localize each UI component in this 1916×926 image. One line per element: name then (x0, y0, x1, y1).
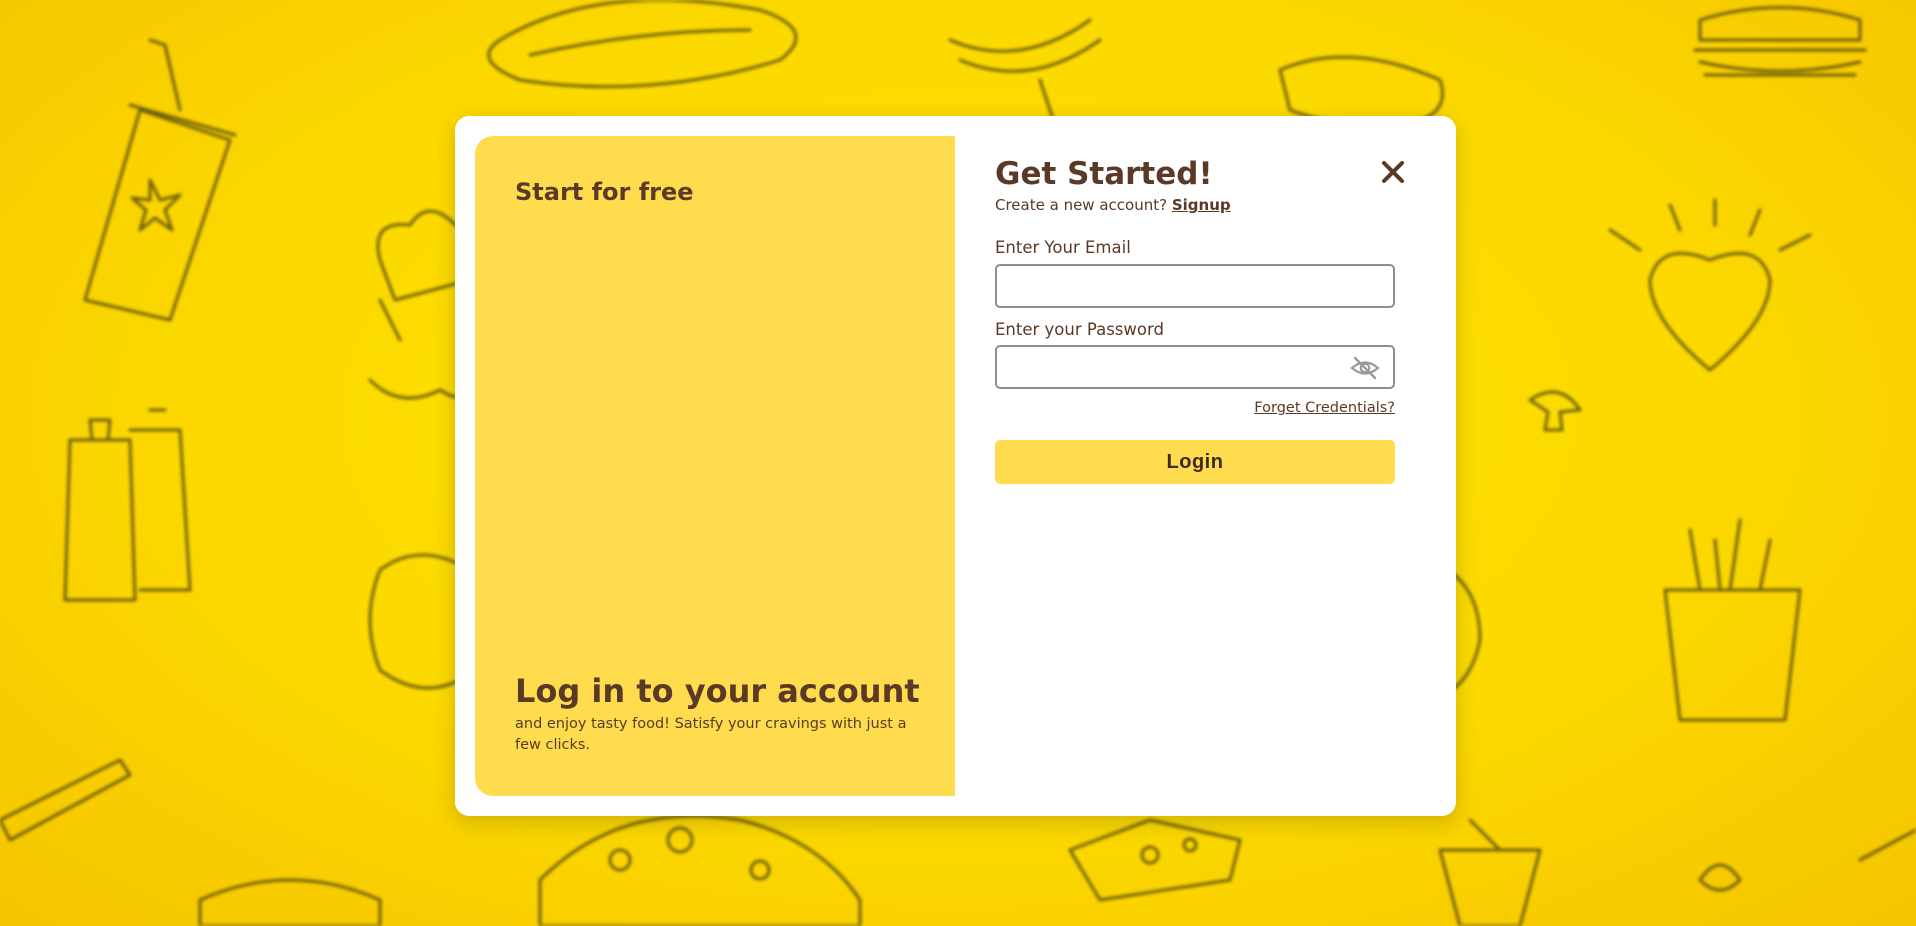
promo-title: Start for free (515, 178, 694, 206)
close-button[interactable] (1379, 158, 1407, 186)
password-field[interactable] (995, 345, 1395, 389)
promo-panel: Start for free Log in to your account an… (475, 136, 955, 796)
promo-subtext: and enjoy tasty food! Satisfy your cravi… (515, 716, 907, 753)
email-label: Enter Your Email (995, 238, 1131, 257)
login-modal: Start for free Log in to your account an… (455, 116, 1456, 816)
signup-prompt-row: Create a new account? Signup (995, 196, 1231, 214)
email-field[interactable] (995, 264, 1395, 308)
signup-link[interactable]: Signup (1172, 196, 1231, 214)
promo-heading: Log in to your account (515, 672, 920, 710)
eye-off-icon (1350, 356, 1380, 380)
password-label: Enter your Password (995, 320, 1164, 339)
signup-prompt: Create a new account? (995, 196, 1168, 214)
close-icon (1382, 161, 1404, 183)
forgot-credentials-link[interactable]: Forget Credentials? (1254, 400, 1395, 416)
password-visibility-toggle[interactable] (1349, 356, 1381, 380)
form-title: Get Started! (995, 156, 1213, 192)
login-button[interactable]: Login (995, 440, 1395, 484)
